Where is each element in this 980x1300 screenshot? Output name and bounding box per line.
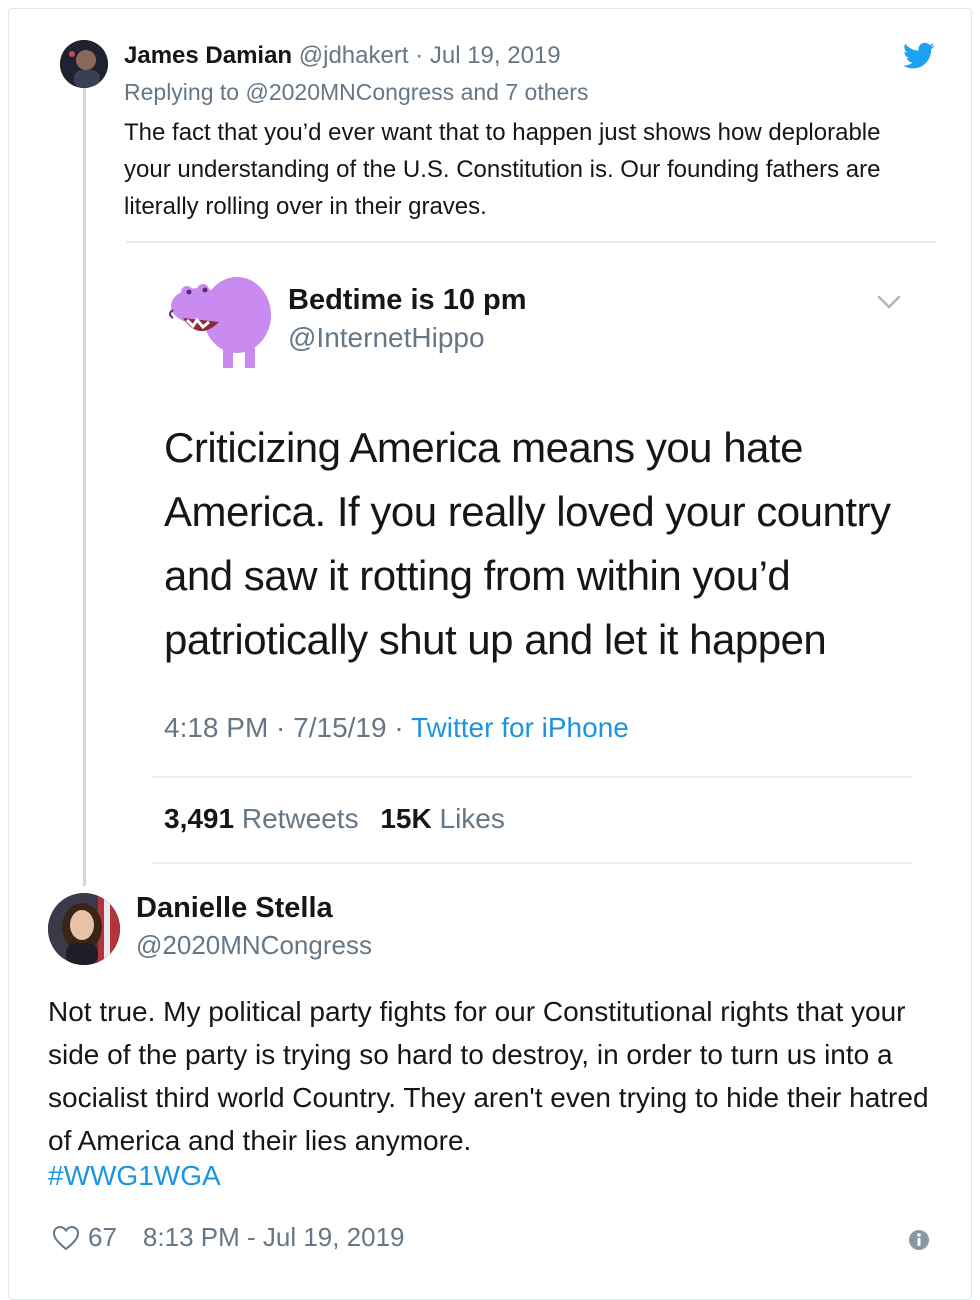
original-timestamp[interactable]: 8:13 PM - Jul 19, 2019: [143, 1222, 405, 1253]
reply-date[interactable]: Jul 19, 2019: [430, 42, 561, 69]
quoted-stats-divider: [152, 862, 912, 864]
original-tweet-footer: 67 8:13 PM - Jul 19, 2019: [52, 1222, 405, 1253]
heart-icon[interactable]: [52, 1225, 80, 1251]
reply-header: James Damian @jdhakert · Jul 19, 2019: [124, 42, 561, 70]
danielle-stella-avatar[interactable]: [48, 893, 120, 965]
chevron-down-icon[interactable]: [876, 292, 902, 312]
likes-count[interactable]: 15K: [380, 803, 431, 834]
reply-author-name[interactable]: James Damian: [124, 42, 292, 69]
reply-text: The fact that you’d ever want that to ha…: [124, 119, 881, 220]
quoted-tweet-text: Criticizing America means you hate Ameri…: [164, 424, 891, 663]
thread-connector-line: [83, 86, 86, 886]
original-author-name[interactable]: Danielle Stella: [136, 892, 333, 925]
retweets-count[interactable]: 3,491: [164, 803, 234, 834]
quoted-author-name[interactable]: Bedtime is 10 pm: [288, 284, 527, 317]
replying-to-line: Replying to @2020MNCongress and 7 others: [124, 79, 588, 106]
quoted-time[interactable]: 4:18 PM · 7/15/19 ·: [164, 712, 411, 743]
twitter-bird-icon[interactable]: [903, 42, 935, 70]
reply-author-handle[interactable]: @jdhakert: [299, 42, 409, 69]
original-author-handle[interactable]: @2020MNCongress: [136, 930, 372, 961]
quoted-source-link[interactable]: Twitter for iPhone: [411, 712, 629, 743]
quote-top-divider: [126, 241, 936, 243]
like-count[interactable]: 67: [88, 1222, 117, 1253]
replying-prefix: Replying to: [124, 79, 240, 105]
retweets-label[interactable]: Retweets: [242, 803, 359, 834]
likes-label[interactable]: Likes: [440, 803, 505, 834]
quoted-tweet-meta: 4:18 PM · 7/15/19 · Twitter for iPhone: [164, 712, 629, 744]
hashtag-link[interactable]: #WWG1WGA: [48, 1160, 221, 1192]
replying-target-link[interactable]: @2020MNCongress: [245, 79, 454, 105]
james-damian-avatar[interactable]: [60, 40, 108, 88]
quoted-author-handle[interactable]: @InternetHippo: [288, 322, 485, 354]
internet-hippo-avatar[interactable]: [165, 270, 275, 370]
reply-separator: ·: [415, 42, 424, 69]
quoted-meta-divider: [152, 776, 912, 778]
original-tweet-text: Not true. My political party fights for …: [48, 996, 929, 1156]
quoted-stats: 3,491 Retweets 15K Likes: [164, 803, 519, 835]
info-icon[interactable]: [908, 1229, 930, 1251]
replying-suffix[interactable]: and 7 others: [461, 79, 589, 105]
